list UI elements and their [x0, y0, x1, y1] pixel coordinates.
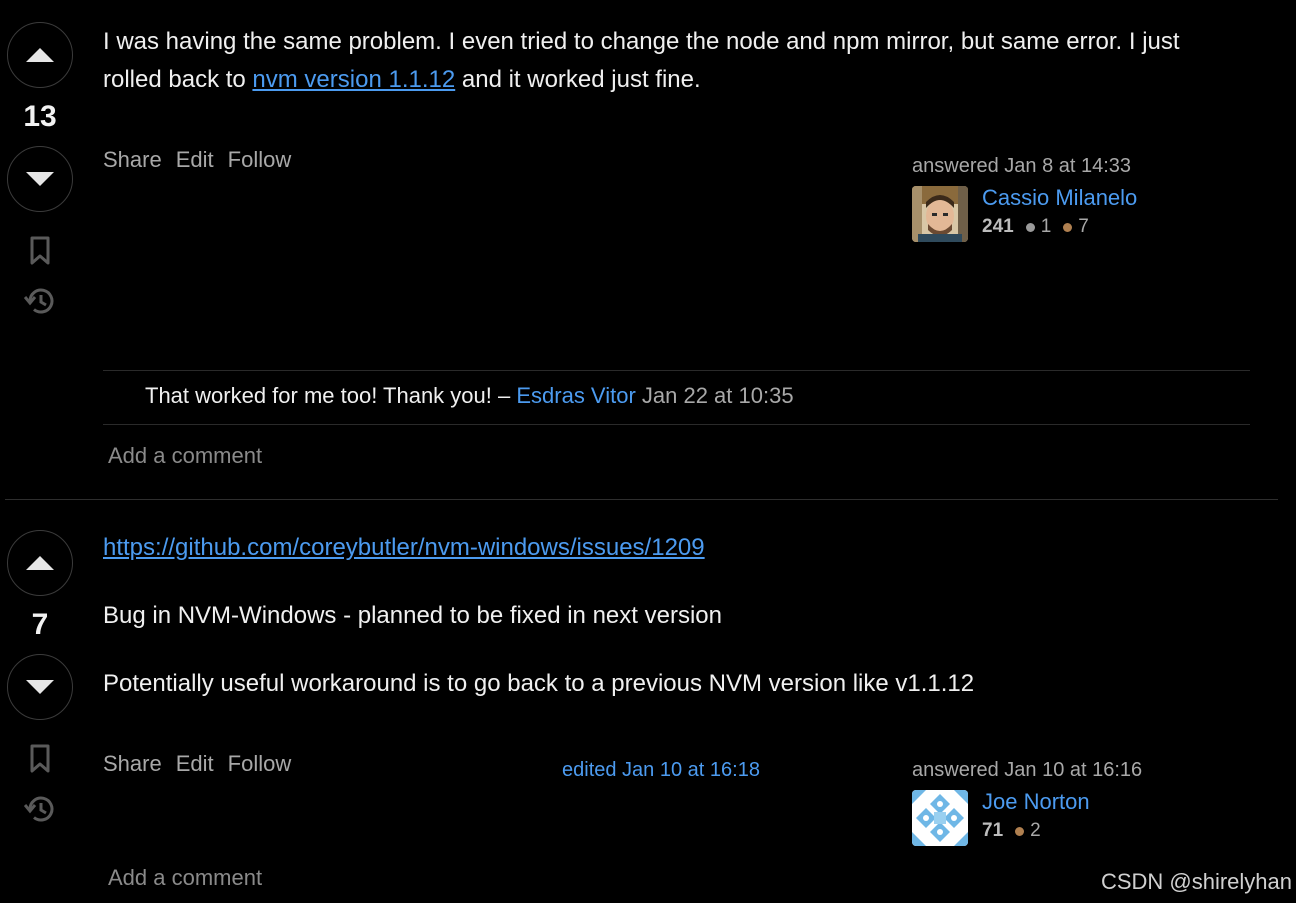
add-comment-link[interactable]: Add a comment [108, 865, 262, 891]
comment-user-link[interactable]: Esdras Vitor [516, 383, 635, 408]
user-card: Cassio Milanelo 241 1 7 [912, 184, 1137, 242]
watermark: CSDN @shirelyhan [1100, 869, 1292, 894]
vote-column: 13 [5, 22, 75, 316]
user-reputation: 241 1 7 [982, 216, 1137, 238]
user-reputation: 71 2 [982, 820, 1090, 842]
upvote-button[interactable] [7, 530, 73, 596]
vote-column: 7 [5, 530, 75, 824]
answered-time: answered Jan 10 at 16:16 [912, 759, 1143, 781]
github-issue-link[interactable]: https://github.com/coreybutler/nvm-windo… [103, 534, 705, 561]
bronze-badge-count: 7 [1078, 216, 1089, 237]
bronze-badge-count: 2 [1030, 820, 1041, 841]
bookmark-button[interactable] [29, 744, 51, 774]
comment-text: That worked for me too! Thank you! – [145, 383, 517, 408]
user-signature: answered Jan 10 at 16:16 Joe Norton 71 2 [912, 759, 1142, 846]
edit-link[interactable]: Edit [176, 147, 214, 173]
comment: That worked for me too! Thank you! – Esd… [145, 383, 794, 409]
edit-link[interactable]: Edit [176, 751, 214, 777]
upvote-icon [26, 48, 54, 62]
vote-count: 7 [31, 608, 49, 641]
follow-link[interactable]: Follow [228, 751, 292, 777]
history-button[interactable] [24, 794, 56, 824]
comment-date: Jan 22 at 10:35 [641, 383, 794, 408]
bookmark-icon [30, 744, 50, 773]
comment-divider [103, 370, 1250, 371]
avatar[interactable] [912, 186, 968, 242]
answer-paragraph: https://github.com/coreybutler/nvm-windo… [103, 529, 1236, 567]
avatar[interactable] [912, 790, 968, 846]
user-details: Joe Norton 71 2 [982, 788, 1090, 842]
post-menu: Share Edit Follow [103, 751, 291, 777]
upvote-button[interactable] [7, 22, 73, 88]
user-signature: answered Jan 8 at 14:33 Cassio Milanelo … [912, 155, 1137, 242]
downvote-button[interactable] [7, 146, 73, 212]
answer-body: I was having the same problem. I even tr… [103, 23, 1236, 99]
downvote-button[interactable] [7, 654, 73, 720]
user-card: Joe Norton 71 2 [912, 788, 1142, 846]
upvote-icon [26, 556, 54, 570]
nvm-version-link[interactable]: nvm version 1.1.12 [252, 66, 455, 93]
page: 13 I was having the same problem. I even… [0, 0, 1296, 903]
answer-paragraph: Potentially useful workaround is to go b… [103, 670, 975, 697]
follow-link[interactable]: Follow [228, 147, 292, 173]
bronze-badge-icon [1015, 826, 1025, 836]
share-link[interactable]: Share [103, 751, 162, 777]
reputation-score: 71 [982, 820, 1004, 841]
answered-time: answered Jan 8 at 14:33 [912, 155, 1132, 177]
vote-count: 13 [23, 100, 57, 133]
share-link[interactable]: Share [103, 147, 162, 173]
history-button[interactable] [24, 286, 56, 316]
bookmark-button[interactable] [29, 236, 51, 266]
history-icon [24, 288, 54, 314]
answer-text-end: and it worked just fine. [455, 66, 701, 93]
bookmark-icon [30, 236, 50, 265]
edited-link[interactable]: edited Jan 10 at 16:18 [562, 759, 760, 782]
silver-badge-count: 1 [1040, 216, 1052, 237]
post-menu: Share Edit Follow [103, 147, 291, 173]
answer-paragraph: Bug in NVM-Windows - planned to be fixed… [103, 602, 722, 629]
answer-body: https://github.com/coreybutler/nvm-windo… [103, 529, 1236, 703]
user-name-link[interactable]: Joe Norton [982, 788, 1090, 816]
reputation-score: 241 [982, 216, 1014, 237]
comment-divider [103, 424, 1250, 425]
silver-badge-icon [1025, 222, 1035, 232]
downvote-icon [26, 172, 54, 186]
bronze-badge-icon [1063, 222, 1073, 232]
answer-divider [5, 499, 1278, 500]
user-details: Cassio Milanelo 241 1 7 [982, 184, 1137, 238]
answer-paragraph: I was having the same problem. I even tr… [103, 23, 1236, 99]
history-icon [24, 796, 54, 822]
add-comment-link[interactable]: Add a comment [108, 443, 262, 469]
user-name-link[interactable]: Cassio Milanelo [982, 184, 1137, 212]
downvote-icon [26, 680, 54, 694]
